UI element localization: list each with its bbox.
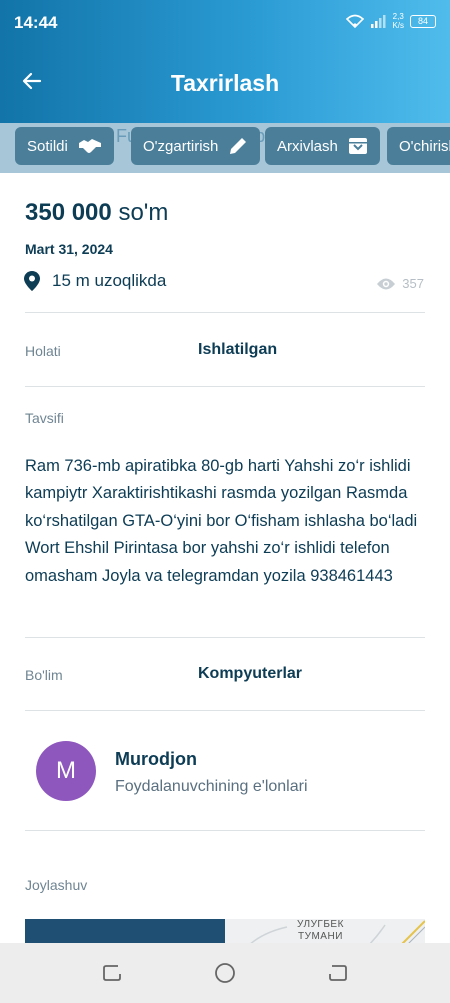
distance-row: 15 m uzoqlikda [24, 271, 166, 291]
pencil-icon [230, 138, 247, 154]
app-header: 14:44 2,3 K/s 84 Taxrirlash [0, 0, 450, 125]
sold-button[interactable]: Sotildi [15, 127, 114, 165]
location-label: Joylashuv [25, 877, 88, 893]
home-icon[interactable] [214, 962, 236, 984]
status-icons: 2,3 K/s 84 [346, 12, 436, 30]
map-roads [250, 920, 425, 943]
status-bar: 14:44 2,3 K/s 84 [0, 0, 450, 44]
divider [25, 830, 425, 831]
condition-label: Holati [25, 343, 61, 359]
action-chips-bar: Kompyuter Fulltec Chrome Spectre Sotildi… [0, 123, 450, 173]
status-time: 14:44 [14, 13, 58, 32]
category-value[interactable]: Kompyuterlar [198, 665, 302, 683]
divider [25, 637, 425, 638]
handshake-icon [78, 139, 101, 153]
listing-date: Mart 31, 2024 [25, 241, 113, 257]
seller-name[interactable]: Murodjon [115, 749, 197, 770]
network-speed: 2,3 K/s [392, 12, 404, 30]
back-nav-icon[interactable] [327, 962, 349, 984]
category-label: Bo'lim [25, 667, 63, 683]
system-nav-bar [0, 943, 450, 1003]
listing-price: 350 000 so'm [25, 199, 169, 226]
listing-details: 350 000 so'm Mart 31, 2024 15 m uzoqlikd… [0, 173, 450, 943]
map-district-label: УЛУГБЕК ТУМАНИ [297, 919, 344, 942]
location-pin-icon [24, 271, 40, 291]
divider [25, 312, 425, 313]
recent-apps-icon[interactable] [101, 962, 123, 984]
description-text: Ram 736-mb apiratibka 80-gb harti Yahshi… [25, 457, 418, 585]
description-label: Tavsifi [25, 410, 64, 426]
views-count: 357 [376, 276, 424, 291]
archive-button[interactable]: Arxivlash [265, 127, 380, 165]
distance-text: 15 m uzoqlikda [52, 271, 167, 290]
archive-icon [348, 138, 367, 154]
wifi-icon [346, 14, 365, 28]
eye-icon [377, 278, 396, 289]
avatar[interactable]: M [36, 741, 96, 801]
signal-icon [371, 15, 386, 28]
delete-button[interactable]: O'chirish [387, 127, 450, 165]
divider [25, 710, 425, 711]
page-title: Taxrirlash [170, 70, 280, 96]
edit-button[interactable]: O'zgartirish [131, 127, 261, 165]
divider [25, 386, 425, 387]
location-map[interactable]: УЛУГБЕК ТУМАНИ [25, 919, 425, 943]
seller-listings-link[interactable]: Foydalanuvchining e'lonlari [115, 778, 308, 796]
battery-icon: 84 [410, 14, 436, 28]
condition-value: Ishlatilgan [198, 341, 278, 358]
